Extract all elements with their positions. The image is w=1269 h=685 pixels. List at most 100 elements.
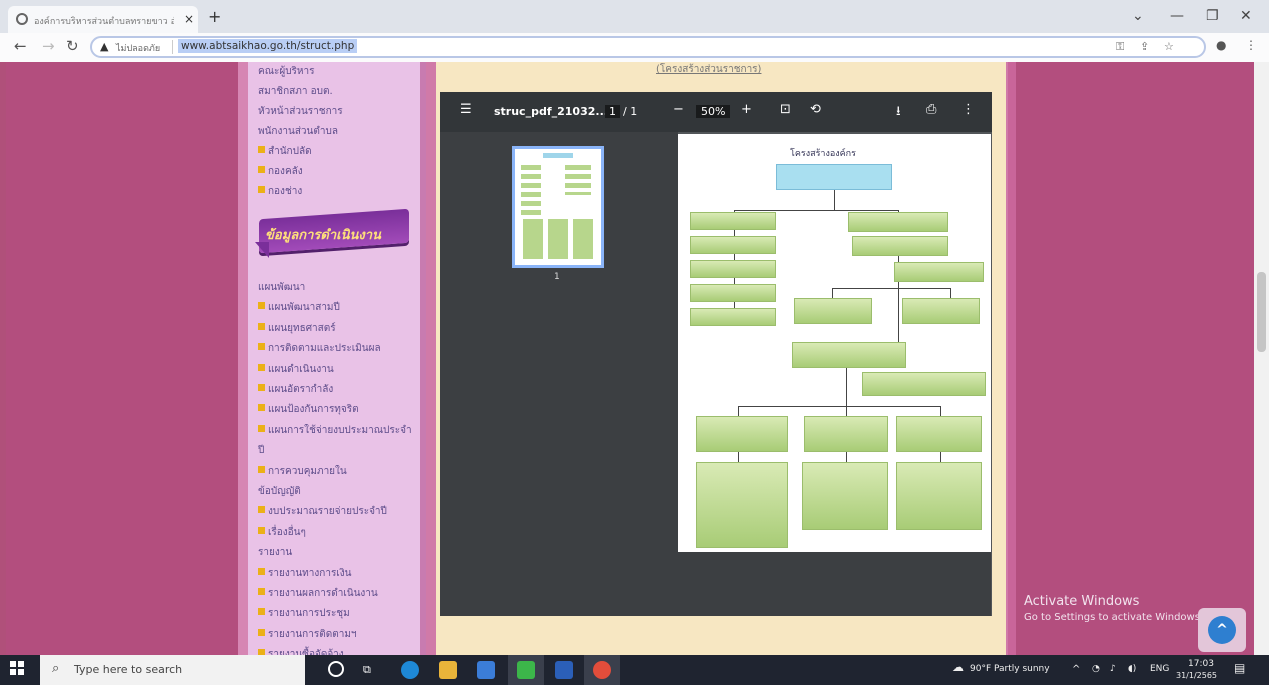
bullet-icon bbox=[258, 628, 265, 636]
url-text[interactable]: www.abtsaikhao.go.th/struct.php bbox=[178, 39, 358, 53]
chrome-icon[interactable] bbox=[584, 655, 620, 685]
sidebar-item[interactable]: รายงานการประชุม bbox=[258, 606, 350, 621]
tab-search-chevron-icon[interactable]: ⌄ bbox=[1132, 8, 1144, 24]
browser-tab[interactable]: องค์การบริหารส่วนตำบลทรายขาว อำ × bbox=[8, 6, 198, 33]
sidebar-item-label: พนักงานส่วนตำบล bbox=[258, 126, 338, 137]
bullet-icon bbox=[258, 404, 265, 412]
reload-icon[interactable]: ↻ bbox=[66, 37, 79, 55]
sidebar-item[interactable]: แผนป้องกันการทุจริต bbox=[258, 402, 359, 417]
sidebar-item-label: แผนพัฒนา bbox=[258, 282, 306, 293]
page-thumbnail[interactable] bbox=[512, 146, 604, 268]
sidebar-item[interactable]: ข้อบัญญัติ bbox=[258, 484, 301, 499]
menu-dots-icon[interactable]: ⋮ bbox=[1245, 38, 1257, 52]
print-icon[interactable]: ⎙ bbox=[926, 102, 936, 117]
sidebar-item-label: แผนอัตรากำลัง bbox=[268, 384, 334, 395]
search-icon: ⌕ bbox=[52, 661, 60, 676]
url-bar[interactable]: ▲ ไม่ปลอดภัย www.abtsaikhao.go.th/struct… bbox=[90, 36, 1206, 58]
notification-icon[interactable]: ▤ bbox=[1234, 661, 1245, 675]
sidebar-item[interactable]: สมาชิกสภา อบต. bbox=[258, 84, 333, 99]
pdf-menu-icon[interactable]: ☰ bbox=[460, 102, 472, 117]
clock-date[interactable]: 31/1/2565 bbox=[1176, 671, 1217, 680]
sidebar-item[interactable]: กองคลัง bbox=[258, 164, 303, 179]
download-icon[interactable]: ⭳ bbox=[896, 102, 901, 124]
sidebar-item[interactable]: รายงานทางการเงิน bbox=[258, 566, 351, 581]
sidebar-item[interactable]: ปี bbox=[258, 443, 264, 458]
windows-start-icon[interactable] bbox=[10, 661, 24, 675]
speaker-icon[interactable]: ♪ bbox=[1110, 664, 1116, 674]
sidebar-item[interactable]: แผนพัฒนาสามปี bbox=[258, 300, 340, 315]
sidebar-item[interactable]: พนักงานส่วนตำบล bbox=[258, 124, 338, 139]
sidebar-item-label: การควบคุมภายใน bbox=[268, 465, 347, 477]
sidebar-item[interactable]: งบประมาณรายจ่ายประจำปี bbox=[258, 504, 387, 519]
page-scrollbar[interactable] bbox=[1254, 62, 1269, 655]
profile-icon[interactable]: ● bbox=[1216, 38, 1226, 52]
fit-page-icon[interactable]: ⊡ bbox=[780, 102, 791, 117]
zoom-input[interactable]: 50% bbox=[696, 105, 731, 118]
sidebar-item-label: ข้อบัญญัติ bbox=[258, 486, 301, 497]
clock-time[interactable]: 17:03 bbox=[1188, 659, 1214, 669]
sidebar-item[interactable]: แผนยุทธศาสตร์ bbox=[258, 321, 336, 336]
word-icon[interactable] bbox=[546, 655, 582, 685]
bullet-icon bbox=[258, 343, 265, 351]
close-window-icon[interactable]: ✕ bbox=[1240, 8, 1252, 24]
sidebar-item[interactable]: การติดตามและประเมินผล bbox=[258, 341, 381, 356]
sidebar-item-label: รายงานการประชุม bbox=[268, 608, 350, 620]
org-box bbox=[804, 416, 888, 452]
tab-close-icon[interactable]: × bbox=[184, 12, 194, 26]
language-indicator[interactable]: ENG bbox=[1150, 664, 1169, 674]
org-box bbox=[696, 416, 788, 452]
cortana-icon[interactable] bbox=[318, 655, 354, 685]
sidebar-item[interactable]: เรื่องอื่นๆ bbox=[258, 525, 306, 540]
sidebar-item-label: แผนป้องกันการทุจริต bbox=[268, 404, 359, 416]
forward-icon[interactable]: → bbox=[42, 37, 55, 55]
scroll-thumb[interactable] bbox=[1257, 272, 1266, 352]
star-icon[interactable]: ☆ bbox=[1164, 40, 1174, 53]
sidebar-item[interactable]: แผนพัฒนา bbox=[258, 280, 305, 295]
network-icon[interactable]: ◔ bbox=[1092, 664, 1100, 674]
zoom-out-button[interactable]: − bbox=[673, 102, 684, 117]
line-app-icon[interactable] bbox=[508, 655, 544, 685]
sidebar-item[interactable]: รายงานผลการดำเนินงาน bbox=[258, 586, 378, 601]
share-icon[interactable]: ⇪ bbox=[1140, 40, 1149, 53]
sidebar-item[interactable]: หัวหน้าส่วนราชการ bbox=[258, 104, 343, 119]
more-options-icon[interactable]: ⋮ bbox=[962, 102, 975, 117]
bullet-icon bbox=[258, 567, 265, 575]
minimize-icon[interactable]: — bbox=[1170, 8, 1184, 24]
sidebar-item[interactable]: กองช่าง bbox=[258, 184, 302, 199]
rotate-icon[interactable]: ⟲ bbox=[810, 102, 821, 117]
sidebar-item-label: กองช่าง bbox=[268, 186, 303, 197]
sidebar-item[interactable]: แผนดำเนินงาน bbox=[258, 362, 334, 377]
volume-icon[interactable]: ◖) bbox=[1128, 664, 1136, 674]
tray-chevron-icon[interactable]: ^ bbox=[1072, 664, 1080, 675]
sidebar-item-label: รายงานทางการเงิน bbox=[268, 567, 352, 579]
weather-text[interactable]: 90°F Partly sunny bbox=[970, 664, 1050, 674]
sidebar-item[interactable]: แผนการใช้จ่ายงบประมาณประจำ bbox=[258, 423, 412, 438]
task-view-icon[interactable]: ⧉ bbox=[352, 655, 388, 685]
scroll-to-top-button[interactable]: ^ bbox=[1198, 608, 1246, 652]
edge-icon[interactable] bbox=[392, 655, 428, 685]
store-icon[interactable] bbox=[468, 655, 504, 685]
sidebar-item-label: แผนพัฒนาสามปี bbox=[268, 302, 340, 314]
activate-windows-subtitle: Go to Settings to activate Windows. bbox=[1024, 612, 1204, 623]
sidebar-item[interactable]: การควบคุมภายใน bbox=[258, 464, 347, 479]
chevron-up-icon: ^ bbox=[1208, 616, 1236, 644]
pdf-toolbar: ☰ struc_pdf_21032... 1 / 1 − 50% + ⊡ ⟲ ⭳… bbox=[440, 92, 992, 132]
weather-icon: ☁ bbox=[952, 660, 964, 674]
new-tab-button[interactable]: + bbox=[208, 7, 221, 26]
sidebar-item[interactable]: สำนักปลัด bbox=[258, 144, 312, 159]
sidebar-item-label: เรื่องอื่นๆ bbox=[268, 526, 306, 538]
file-explorer-icon[interactable] bbox=[430, 655, 466, 685]
taskbar-search[interactable]: ⌕ Type here to search bbox=[40, 655, 305, 685]
sidebar-item[interactable]: รายงาน bbox=[258, 545, 292, 560]
org-box bbox=[690, 260, 776, 278]
right-decoration bbox=[1016, 62, 1254, 655]
back-icon[interactable]: ← bbox=[14, 37, 27, 55]
key-icon[interactable]: ⚿ bbox=[1116, 40, 1124, 54]
sidebar-item[interactable]: รายงานการติดตามฯ bbox=[258, 627, 357, 642]
sidebar-item[interactable]: แผนอัตรากำลัง bbox=[258, 382, 333, 397]
page-number-input[interactable]: 1 bbox=[605, 105, 620, 118]
zoom-in-button[interactable]: + bbox=[741, 102, 752, 117]
pdf-filename: struc_pdf_21032... bbox=[494, 105, 608, 118]
restore-icon[interactable]: ❐ bbox=[1206, 8, 1219, 24]
sidebar-item[interactable]: คณะผู้บริหาร bbox=[258, 64, 315, 79]
